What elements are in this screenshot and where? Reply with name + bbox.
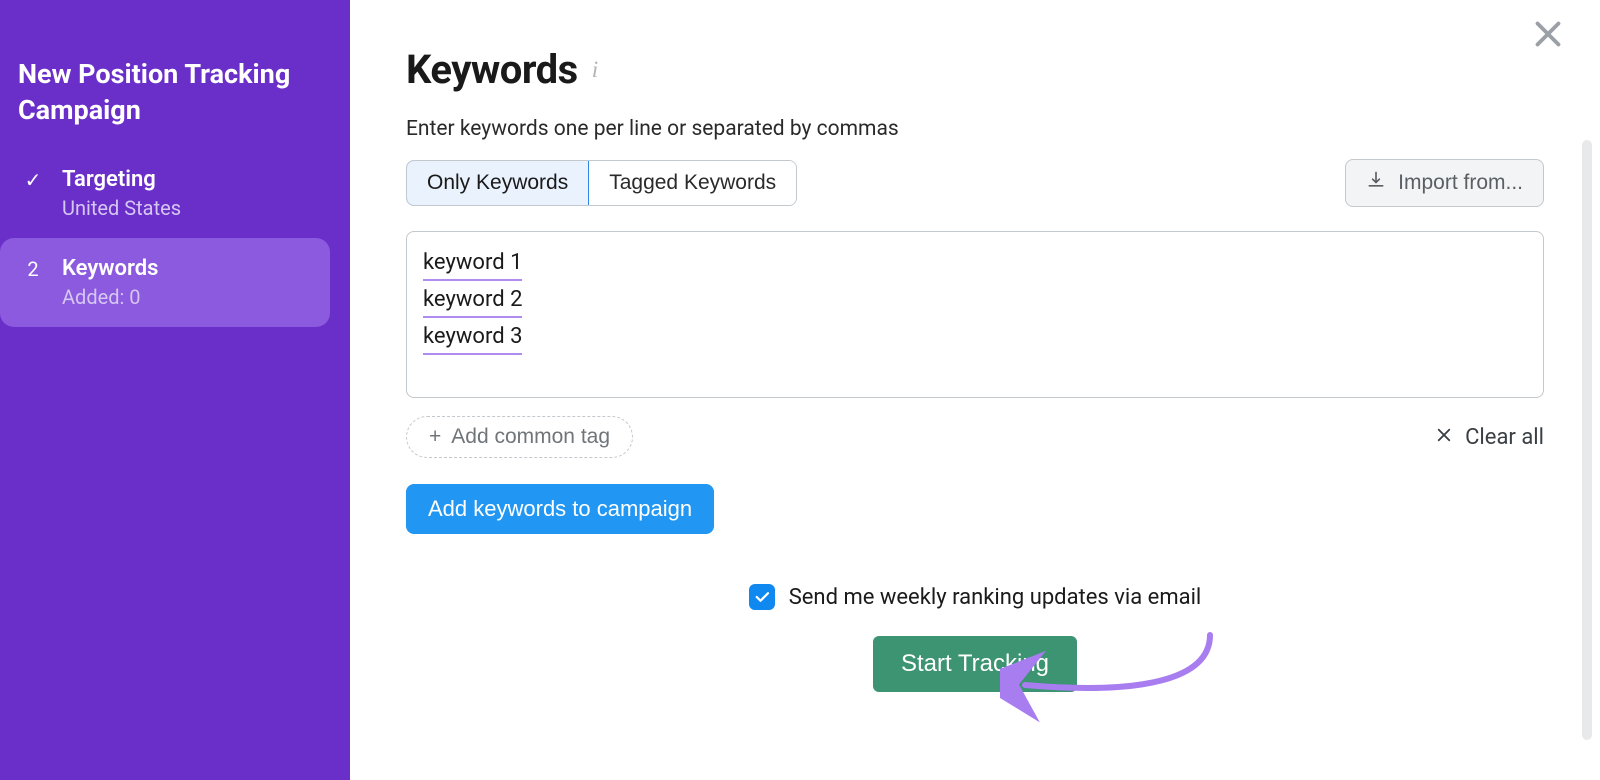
check-icon: ✓: [22, 167, 44, 193]
page-title: Keywords: [406, 46, 578, 93]
step-targeting[interactable]: ✓ Targeting United States: [0, 149, 350, 238]
step-keywords[interactable]: 2 Keywords Added: 0: [0, 238, 330, 327]
step-number: 2: [22, 256, 44, 282]
scrollbar[interactable]: [1582, 140, 1592, 740]
clear-all-label: Clear all: [1465, 425, 1544, 450]
main-panel: Keywords i Enter keywords one per line o…: [350, 0, 1600, 780]
hint-text: Enter keywords one per line or separated…: [406, 117, 1544, 141]
start-tracking-button[interactable]: Start Tracking: [873, 636, 1077, 692]
step-title: Targeting: [62, 167, 181, 192]
step-title: Keywords: [62, 256, 158, 281]
sidebar-title: New Position Tracking Campaign: [0, 0, 350, 149]
keyword-entry: keyword 3: [423, 320, 522, 355]
add-keywords-button[interactable]: Add keywords to campaign: [406, 484, 714, 534]
clear-all-button[interactable]: Clear all: [1435, 425, 1544, 450]
download-icon: [1366, 170, 1386, 196]
keyword-mode-toggle: Only Keywords Tagged Keywords: [406, 160, 797, 206]
add-common-tag-button[interactable]: + Add common tag: [406, 416, 633, 458]
checkbox-checked-icon[interactable]: [749, 584, 775, 610]
keyword-entry: keyword 2: [423, 283, 522, 318]
weekly-email-checkbox-row[interactable]: Send me weekly ranking updates via email: [749, 584, 1202, 610]
wizard-sidebar: New Position Tracking Campaign ✓ Targeti…: [0, 0, 350, 780]
close-icon[interactable]: [1530, 16, 1570, 56]
plus-icon: +: [429, 425, 441, 449]
checkbox-label: Send me weekly ranking updates via email: [789, 585, 1202, 610]
info-icon[interactable]: i: [592, 57, 598, 83]
import-label: Import from...: [1398, 171, 1523, 195]
add-tag-label: Add common tag: [451, 425, 610, 449]
tab-tagged-keywords[interactable]: Tagged Keywords: [588, 161, 796, 205]
keywords-input[interactable]: keyword 1 keyword 2 keyword 3: [406, 231, 1544, 398]
step-subtitle: Added: 0: [62, 285, 158, 309]
import-button[interactable]: Import from...: [1345, 159, 1544, 207]
step-subtitle: United States: [62, 196, 181, 220]
keyword-entry: keyword 1: [423, 246, 522, 281]
tab-only-keywords[interactable]: Only Keywords: [406, 160, 589, 206]
x-icon: [1435, 425, 1453, 450]
